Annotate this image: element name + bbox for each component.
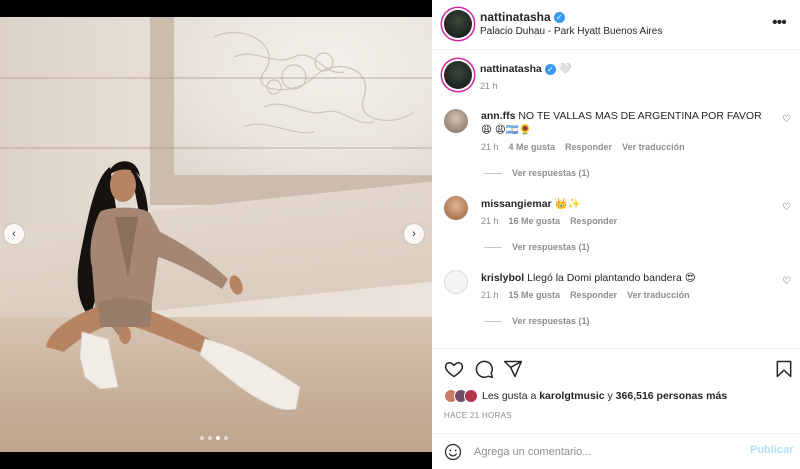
publish-button[interactable]: Publicar — [750, 444, 793, 456]
comment-text: Llegó la Domi plantando bandera 😍 — [527, 272, 696, 284]
comment-like-count[interactable]: 15 Me gusta — [509, 290, 561, 300]
comment-like-count[interactable]: 16 Me gusta — [509, 216, 561, 226]
caption-meta: 21 h — [480, 81, 498, 91]
more-options-icon[interactable]: ••• — [772, 14, 787, 32]
comment-meta: 21 h 4 Me gusta Responder Ver traducción — [481, 142, 685, 152]
comment-meta: 21 h 16 Me gusta Responder — [481, 216, 617, 226]
replies-divider — [484, 246, 502, 248]
likes-others[interactable]: 366,516 personas más — [616, 390, 728, 402]
carousel-dot — [208, 436, 212, 440]
caption-author-avatar[interactable] — [444, 61, 472, 89]
carousel-dot — [224, 436, 228, 440]
post-actions: Les gusta a karolgtmusic y 366,516 perso… — [432, 348, 800, 468]
comment-meta: 21 h 15 Me gusta Responder Ver traducció… — [481, 290, 690, 300]
comment-body: ann.ffs NO TE VALLAS MAS DE ARGENTINA PO… — [481, 109, 771, 137]
comment-text: 👑✨ — [554, 198, 581, 210]
likes-prefix: Les gusta a — [482, 390, 537, 402]
post-photo[interactable] — [0, 17, 432, 452]
view-replies-label[interactable]: Ver respuestas (1) — [512, 316, 590, 326]
add-comment-bar: Publicar — [432, 433, 800, 469]
comment-translate-button[interactable]: Ver traducción — [622, 142, 685, 152]
comment-text: NO TE VALLAS MAS DE ARGENTINA POR FAVOR … — [481, 110, 762, 136]
post-details-panel: nattinatasha ✓ Palacio Duhau - Park Hyatt… — [432, 0, 800, 469]
carousel-next-button[interactable]: › — [404, 224, 424, 244]
view-replies-button[interactable]: Ver respuestas (1) — [484, 168, 590, 178]
heart-icon[interactable] — [444, 359, 464, 379]
smiley-icon[interactable] — [444, 443, 462, 461]
replies-divider — [484, 320, 502, 322]
verified-badge-icon: ✓ — [544, 63, 556, 75]
carousel-prev-button[interactable]: ‹ — [4, 224, 24, 244]
comment-like-heart-icon[interactable]: ♡ — [782, 114, 791, 125]
author-username-text[interactable]: nattinatasha — [480, 10, 551, 24]
replies-divider — [484, 172, 502, 174]
carousel-dot-active — [216, 436, 220, 440]
comment-avatar[interactable] — [444, 196, 468, 220]
chevron-right-icon: › — [412, 228, 416, 240]
caption: nattinatasha ✓ 🤍 — [480, 62, 770, 76]
carousel-indicator — [200, 436, 228, 440]
bookmark-icon[interactable] — [774, 359, 794, 379]
comment-like-count[interactable]: 4 Me gusta — [509, 142, 556, 152]
comment-username[interactable]: krislybol — [481, 272, 524, 284]
post-header: nattinatasha ✓ Palacio Duhau - Park Hyatt… — [432, 0, 800, 50]
liker-avatars — [444, 389, 478, 403]
share-icon[interactable] — [503, 359, 523, 379]
comment-input[interactable] — [474, 443, 734, 461]
comment-body: krislybol Llegó la Domi plantando bander… — [481, 271, 771, 285]
likes-first-user[interactable]: karolgtmusic — [539, 390, 604, 402]
comment-time[interactable]: 21 h — [481, 142, 499, 152]
instagram-post: ‹ › nattinatasha ✓ Palacio Duhau - Park H… — [0, 0, 800, 469]
post-media: ‹ › — [0, 0, 432, 469]
comment-like-heart-icon[interactable]: ♡ — [782, 202, 791, 213]
comment-avatar[interactable] — [444, 270, 468, 294]
chevron-left-icon: ‹ — [12, 228, 16, 240]
comment-reply-button[interactable]: Responder — [570, 290, 617, 300]
view-replies-label[interactable]: Ver respuestas (1) — [512, 168, 590, 178]
view-replies-button[interactable]: Ver respuestas (1) — [484, 242, 590, 252]
comment-time[interactable]: 21 h — [481, 216, 499, 226]
carousel-dot — [200, 436, 204, 440]
comment-time[interactable]: 21 h — [481, 290, 499, 300]
comments-list[interactable]: nattinatasha ✓ 🤍 21 h ann.ffs NO TE VALLA… — [432, 50, 800, 348]
comment-reply-button[interactable]: Responder — [570, 216, 617, 226]
post-timestamp[interactable]: HACE 21 HORAS — [444, 411, 512, 420]
comment-username[interactable]: ann.ffs — [481, 110, 515, 122]
comment-body: missangiemar 👑✨ — [481, 197, 771, 211]
post-location[interactable]: Palacio Duhau - Park Hyatt Buenos Aires — [480, 26, 662, 37]
caption-time[interactable]: 21 h — [480, 81, 498, 91]
photo-subject — [46, 161, 301, 411]
comment-avatar[interactable] — [444, 109, 468, 133]
view-replies-button[interactable]: Ver respuestas (1) — [484, 316, 590, 326]
comment-translate-button[interactable]: Ver traducción — [627, 290, 690, 300]
comment-like-heart-icon[interactable]: ♡ — [782, 276, 791, 287]
verified-badge-icon: ✓ — [553, 12, 565, 24]
caption-text: 🤍 — [558, 63, 572, 75]
caption-username[interactable]: nattinatasha — [480, 63, 542, 75]
author-username[interactable]: nattinatasha ✓ — [480, 10, 565, 24]
author-avatar[interactable] — [444, 10, 472, 38]
comment-username[interactable]: missangiemar — [481, 198, 552, 210]
likes-connector: y — [607, 390, 613, 402]
view-replies-label[interactable]: Ver respuestas (1) — [512, 242, 590, 252]
likes-summary[interactable]: Les gusta a karolgtmusic y 366,516 perso… — [444, 389, 727, 403]
comment-reply-button[interactable]: Responder — [565, 142, 612, 152]
comment-icon[interactable] — [474, 359, 494, 379]
liker-avatar — [464, 389, 478, 403]
